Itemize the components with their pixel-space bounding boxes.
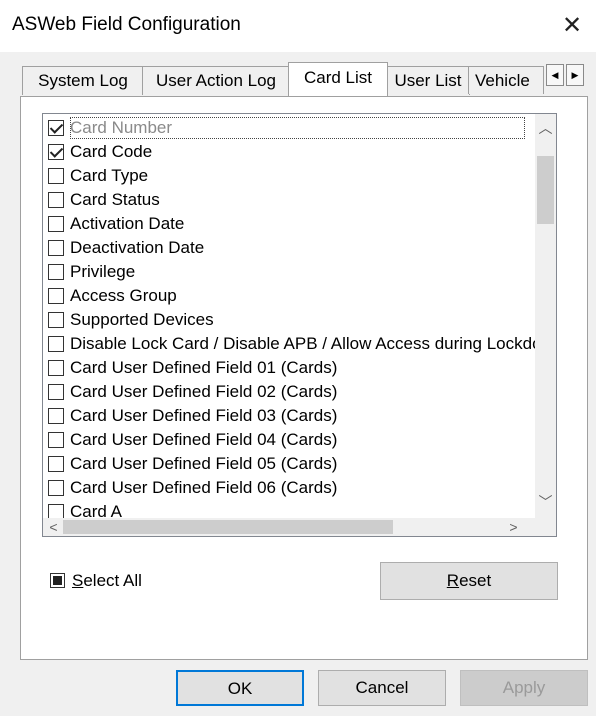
field-label: Card User Defined Field 02 (Cards) (70, 382, 338, 401)
field-checkbox[interactable] (48, 480, 64, 496)
tab-system-log[interactable]: System Log (22, 66, 144, 95)
field-label: Activation Date (70, 214, 185, 233)
apply-button[interactable]: Apply (460, 670, 588, 706)
reset-button[interactable]: Reset (380, 562, 558, 600)
field-label: Card Number (70, 117, 525, 139)
field-list-item[interactable]: Supported Devices (43, 308, 536, 332)
reset-mnemonic: R (446, 571, 460, 590)
field-list-item[interactable]: Deactivation Date (43, 236, 536, 260)
field-checkbox[interactable] (48, 456, 64, 472)
field-list-item[interactable]: Card Number (43, 116, 536, 140)
title-bar: ASWeb Field Configuration ✕ (0, 0, 596, 52)
field-label: Card User Defined Field 05 (Cards) (70, 454, 338, 473)
field-list-item[interactable]: Card Status (43, 188, 536, 212)
scroll-down-icon[interactable]: ﹀ (535, 492, 556, 512)
field-list-item[interactable]: Card User Defined Field 05 (Cards) (43, 452, 536, 476)
horizontal-scrollbar[interactable]: < > (43, 518, 536, 536)
select-all-mnemonic: S (72, 571, 84, 590)
close-icon[interactable]: ✕ (556, 10, 588, 42)
field-label: Card User Defined Field 06 (Cards) (70, 478, 338, 497)
field-label: Card User Defined Field 04 (Cards) (70, 430, 338, 449)
select-all-checkbox[interactable]: Select All (50, 570, 142, 592)
tab-vehicle[interactable]: Vehicle (468, 66, 544, 94)
field-checkbox[interactable] (48, 264, 64, 280)
field-list-item[interactable]: Card User Defined Field 03 (Cards) (43, 404, 536, 428)
vertical-scrollbar[interactable]: ︿ ﹀ (535, 114, 556, 518)
scrollbar-corner (535, 518, 556, 536)
field-label: Access Group (70, 286, 177, 305)
field-label: Privilege (70, 262, 136, 281)
field-checkbox[interactable] (48, 240, 64, 256)
field-list-item[interactable]: Privilege (43, 260, 536, 284)
field-list-item[interactable]: Card User Defined Field 04 (Cards) (43, 428, 536, 452)
select-all-indeterminate-icon[interactable] (50, 573, 65, 588)
field-list-item[interactable]: Access Group (43, 284, 536, 308)
scroll-left-icon[interactable]: < (43, 518, 64, 536)
field-label: Deactivation Date (70, 238, 205, 257)
field-label: Disable Lock Card / Disable APB / Allow … (70, 334, 536, 353)
field-checkbox[interactable] (48, 384, 64, 400)
field-label: Card User Defined Field 03 (Cards) (70, 406, 338, 425)
horizontal-scroll-thumb[interactable] (63, 520, 393, 534)
field-checkbox[interactable] (48, 144, 64, 160)
field-checkbox[interactable] (48, 360, 64, 376)
tab-card-list[interactable]: Card List (288, 62, 388, 96)
select-all-label: elect All (83, 571, 142, 590)
field-list-item[interactable]: Disable Lock Card / Disable APB / Allow … (43, 332, 536, 356)
field-checkbox[interactable] (48, 216, 64, 232)
window-title: ASWeb Field Configuration (12, 14, 241, 35)
field-checkbox[interactable] (48, 312, 64, 328)
tab-user-list[interactable]: User List (386, 66, 470, 95)
field-label: Card Status (70, 190, 160, 209)
vertical-scroll-thumb[interactable] (537, 156, 554, 224)
cancel-button[interactable]: Cancel (318, 670, 446, 706)
field-checkbox[interactable] (48, 288, 64, 304)
field-checkbox[interactable] (48, 120, 64, 136)
scroll-right-icon[interactable]: > (503, 518, 524, 536)
tab-strip: System Log User Action Log Card List Use… (22, 62, 588, 96)
field-label: Card User Defined Field 01 (Cards) (70, 358, 338, 377)
field-list-item[interactable]: Card User Defined Field 02 (Cards) (43, 380, 536, 404)
tab-user-action-log[interactable]: User Action Log (142, 66, 290, 95)
reset-label: eset (459, 571, 492, 590)
field-list-items: Card Number Card Code Card Type Card Status… (43, 116, 536, 520)
scroll-up-icon[interactable]: ︿ (535, 118, 556, 138)
field-list-item[interactable]: Activation Date (43, 212, 536, 236)
field-list-item[interactable]: Card User Defined Field 01 (Cards) (43, 356, 536, 380)
field-checklist[interactable]: Card Number Card Code Card Type Card Status… (42, 113, 557, 537)
field-label: Supported Devices (70, 310, 214, 329)
field-label: Card Type (70, 166, 149, 185)
field-list-item[interactable]: Card Code (43, 140, 536, 164)
field-list-item[interactable]: Card Type (43, 164, 536, 188)
ok-button[interactable]: OK (176, 670, 304, 706)
field-checkbox[interactable] (48, 336, 64, 352)
field-list-item[interactable]: Card User Defined Field 06 (Cards) (43, 476, 536, 500)
tab-scroll-right-icon[interactable]: ▶ (566, 64, 584, 86)
field-checkbox[interactable] (48, 408, 64, 424)
tab-scroll-left-icon[interactable]: ◀ (546, 64, 564, 86)
field-checkbox[interactable] (48, 432, 64, 448)
field-list-item[interactable]: Card A (43, 500, 536, 520)
field-checkbox[interactable] (48, 168, 64, 184)
field-checkbox[interactable] (48, 192, 64, 208)
field-label: Card Code (70, 142, 153, 161)
